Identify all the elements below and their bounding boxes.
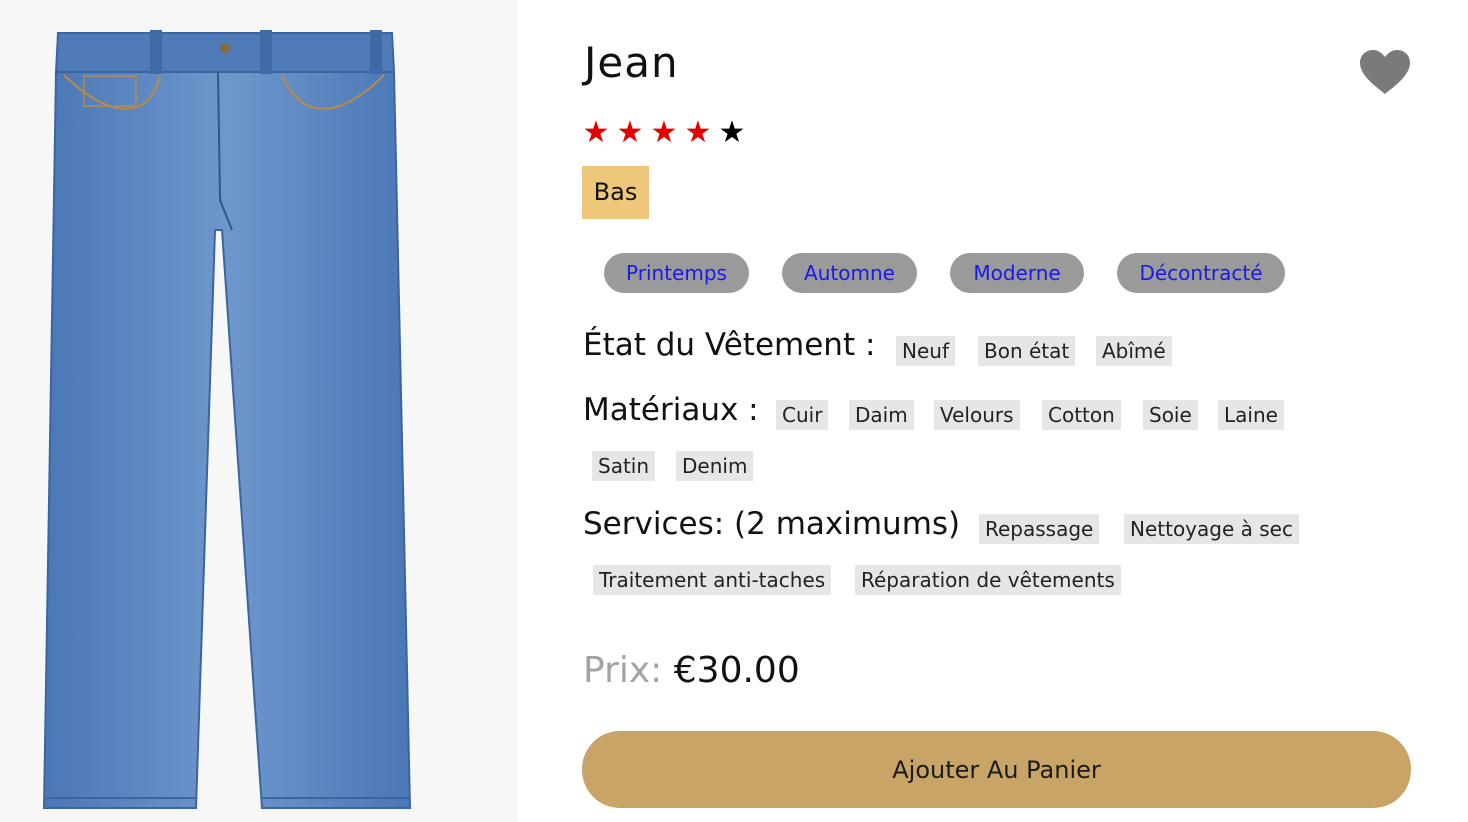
material-chip[interactable]: Cotton <box>1042 400 1121 430</box>
condition-label: État du Vêtement : <box>583 327 876 363</box>
rating-stars: ★ ★ ★ ★ ★ <box>582 114 746 152</box>
tag-pill[interactable]: Décontracté <box>1117 253 1285 293</box>
product-title: Jean <box>584 38 679 87</box>
star-icon[interactable]: ★ <box>582 114 610 152</box>
service-chip[interactable]: Traitement anti-taches <box>593 565 832 595</box>
tag-pill[interactable]: Printemps <box>604 253 749 293</box>
material-chip[interactable]: Daim <box>849 400 914 430</box>
tag-pill[interactable]: Automne <box>782 253 917 293</box>
price-label: Prix: <box>583 650 663 691</box>
price: Prix: €30.00 <box>583 650 800 691</box>
condition-chip[interactable]: Bon état <box>978 336 1076 366</box>
material-chip[interactable]: Satin <box>592 451 656 481</box>
star-icon[interactable]: ★ <box>616 114 644 152</box>
category-badge: Bas <box>582 166 649 219</box>
condition-chip[interactable]: Abîmé <box>1096 336 1172 366</box>
star-icon[interactable]: ★ <box>718 114 746 152</box>
jeans-image <box>42 30 412 809</box>
materials-label: Matériaux : <box>583 392 759 428</box>
product-image <box>0 0 517 822</box>
heart-icon[interactable] <box>1358 48 1412 98</box>
price-value: €30.00 <box>673 650 800 691</box>
material-chip[interactable]: Laine <box>1218 400 1284 430</box>
star-icon[interactable]: ★ <box>684 114 712 152</box>
material-chip[interactable]: Denim <box>676 451 754 481</box>
material-chip[interactable]: Cuir <box>776 400 829 430</box>
service-chip[interactable]: Réparation de vêtements <box>855 565 1121 595</box>
star-icon[interactable]: ★ <box>650 114 678 152</box>
services-label: Services: (2 maximums) <box>583 506 961 542</box>
add-to-cart-button[interactable]: Ajouter Au Panier <box>582 731 1411 808</box>
service-chip[interactable]: Repassage <box>979 514 1100 544</box>
condition-chip[interactable]: Neuf <box>896 336 955 366</box>
tag-pill[interactable]: Moderne <box>950 253 1084 293</box>
service-chip[interactable]: Nettoyage à sec <box>1124 514 1299 544</box>
material-chip[interactable]: Velours <box>934 400 1020 430</box>
material-chip[interactable]: Soie <box>1143 400 1198 430</box>
